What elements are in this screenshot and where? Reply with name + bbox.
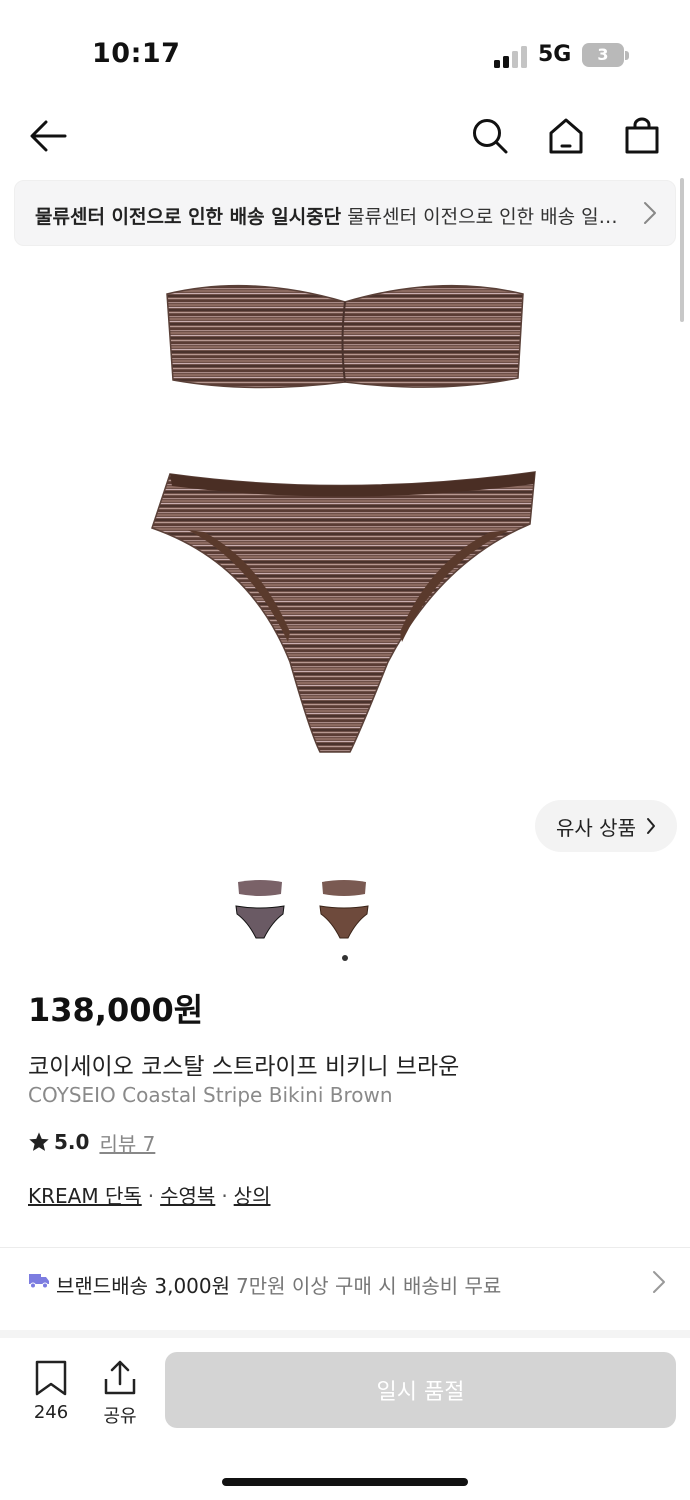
divider (0, 1247, 690, 1248)
shipping-text: 브랜드배송 3,000원 7만원 이상 구매 시 배송비 무료 (56, 1270, 501, 1299)
battery-level: 3 (597, 45, 609, 64)
share-label: 공유 (103, 1406, 137, 1427)
chevron-right-icon (644, 202, 656, 224)
similar-products-label: 유사 상품 (556, 815, 636, 840)
carousel-indicator (342, 955, 348, 961)
home-icon (549, 118, 583, 154)
sold-out-button[interactable]: 일시 품절 (165, 1352, 676, 1428)
notice-title: 물류센터 이전으로 인한 배송 일시중단 (35, 206, 342, 228)
bookmark-button[interactable]: 246 (22, 1360, 80, 1423)
search-button[interactable] (466, 112, 514, 160)
top-nav (0, 100, 690, 170)
thumbnail-1[interactable] (232, 876, 288, 942)
product-name-korean: 코이세이오 코스탈 스트라이프 비키니 브라운 (28, 1054, 460, 1080)
notice-banner[interactable]: 물류센터 이전으로 인한 배송 일시중단 물류센터 이전으로 인한 배송 일시중… (14, 180, 676, 246)
search-icon (473, 119, 508, 154)
chevron-right-icon (646, 818, 655, 834)
share-icon (104, 1360, 136, 1395)
shipping-sub: 7만원 이상 구매 시 배송비 무료 (236, 1274, 502, 1298)
network-label: 5G (538, 42, 572, 67)
rating-value: 5.0 (54, 1130, 90, 1154)
notice-text: 물류센터 이전으로 인한 배송 일시중단 물류센터 이전으로 인한 배송 일시중… (35, 202, 625, 229)
truck-icon (29, 1274, 49, 1289)
product-price: 138,000원 (28, 991, 204, 1029)
home-indicator (222, 1478, 468, 1486)
thumbnail-2[interactable] (316, 876, 372, 942)
cart-button[interactable] (618, 112, 666, 160)
star-icon (29, 1132, 49, 1151)
thumbnail-strip (0, 876, 690, 946)
bookmark-count: 246 (33, 1402, 69, 1423)
shipping-label: 브랜드배송 3,000원 (56, 1274, 231, 1298)
back-button[interactable] (24, 112, 72, 160)
review-link[interactable]: 리뷰 7 (99, 1128, 155, 1157)
rating-row: 5.0 리뷰 7 (28, 1128, 155, 1156)
battery-icon: 3 (582, 43, 624, 67)
bottom-action-bar: 246 공유 일시 품절 (0, 1338, 690, 1500)
product-image[interactable] (140, 262, 550, 772)
status-time: 10:17 (92, 38, 181, 69)
product-name-english: COYSEIO Coastal Stripe Bikini Brown (28, 1083, 393, 1107)
signal-icon (494, 44, 530, 68)
back-arrow-icon (30, 120, 67, 152)
shipping-row[interactable]: 브랜드배송 3,000원 7만원 이상 구매 시 배송비 무료 (0, 1250, 690, 1316)
share-button[interactable]: 공유 (92, 1360, 148, 1428)
notice-body: 물류센터 이전으로 인한 배송 일시중단 안내 (347, 206, 625, 228)
bookmark-icon (35, 1360, 67, 1396)
tag-link[interactable]: 상의 (234, 1184, 271, 1208)
chevron-right-icon (653, 1271, 665, 1293)
battery-nub (625, 51, 629, 60)
status-bar: 10:17 5G 3 (0, 0, 690, 100)
tag-link[interactable]: 수영복 (160, 1184, 215, 1208)
home-button[interactable] (542, 112, 590, 160)
product-tags: KREAM 단독 · 수영복 · 상의 (28, 1184, 271, 1208)
tag-link[interactable]: KREAM 단독 (28, 1184, 142, 1208)
similar-products-button[interactable]: 유사 상품 (535, 800, 677, 852)
shopping-bag-icon (625, 117, 659, 154)
section-divider (0, 1330, 690, 1338)
scrollbar[interactable] (680, 178, 684, 322)
